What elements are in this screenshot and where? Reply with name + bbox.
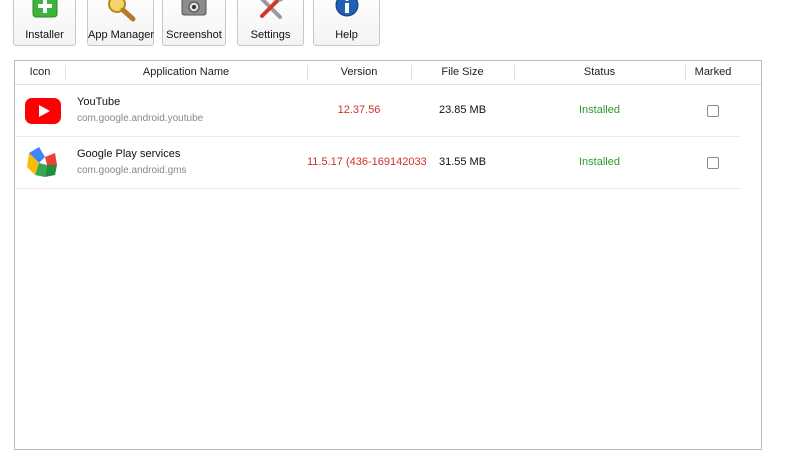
table-row[interactable]: YouTube com.google.android.youtube 12.37… (15, 85, 741, 137)
plus-icon (30, 0, 60, 25)
help-label: Help (335, 29, 358, 41)
version-value: 12.37.56 (337, 104, 381, 116)
app-manager-button[interactable]: App Manager (87, 0, 154, 46)
column-header-status[interactable]: Status (514, 61, 685, 84)
column-header-marked[interactable]: Marked (685, 61, 741, 84)
settings-button[interactable]: Settings (237, 0, 304, 46)
app-name: Google Play services (77, 148, 181, 160)
screenshot-label: Screenshot (166, 29, 222, 41)
column-header-file-size[interactable]: File Size (411, 61, 514, 84)
file-size-value: 23.85 MB (438, 104, 487, 116)
column-header-application-name[interactable]: Application Name (65, 61, 307, 84)
installer-button[interactable]: Installer (13, 0, 76, 46)
marked-checkbox[interactable] (707, 104, 719, 117)
info-icon (332, 0, 362, 25)
help-button[interactable]: Help (313, 0, 380, 46)
file-size-value: 31.55 MB (438, 156, 487, 168)
app-package: com.google.android.gms (77, 165, 187, 176)
column-header-version[interactable]: Version (307, 61, 411, 84)
marked-checkbox[interactable] (707, 156, 719, 169)
app-name: YouTube (77, 96, 121, 108)
app-manager-label: App Manager (88, 29, 155, 41)
column-header-icon[interactable]: Icon (15, 61, 65, 84)
tools-icon (256, 0, 286, 25)
table-row[interactable]: Google Play services com.google.android.… (15, 137, 741, 189)
marked-cell (685, 85, 741, 136)
version-value: 11.5.17 (436-169142033 (307, 156, 427, 168)
magnifier-icon (106, 0, 136, 25)
youtube-icon (25, 93, 61, 129)
table-header: Icon Application Name Version File Size … (15, 61, 761, 85)
marked-cell (685, 137, 741, 188)
applications-table: Icon Application Name Version File Size … (14, 60, 762, 450)
application-name-cell: Google Play services com.google.android.… (15, 137, 307, 188)
toolbar: Installer App Manager Screenshot Setting… (0, 0, 800, 56)
camera-icon (179, 0, 209, 25)
installer-label: Installer (25, 29, 64, 41)
screenshot-button[interactable]: Screenshot (162, 0, 226, 46)
app-package: com.google.android.youtube (77, 113, 204, 124)
settings-label: Settings (250, 29, 291, 41)
google-play-services-icon (25, 145, 61, 181)
application-name-cell: YouTube com.google.android.youtube (15, 85, 307, 136)
status-value: Installed (579, 156, 620, 168)
status-value: Installed (579, 104, 620, 116)
